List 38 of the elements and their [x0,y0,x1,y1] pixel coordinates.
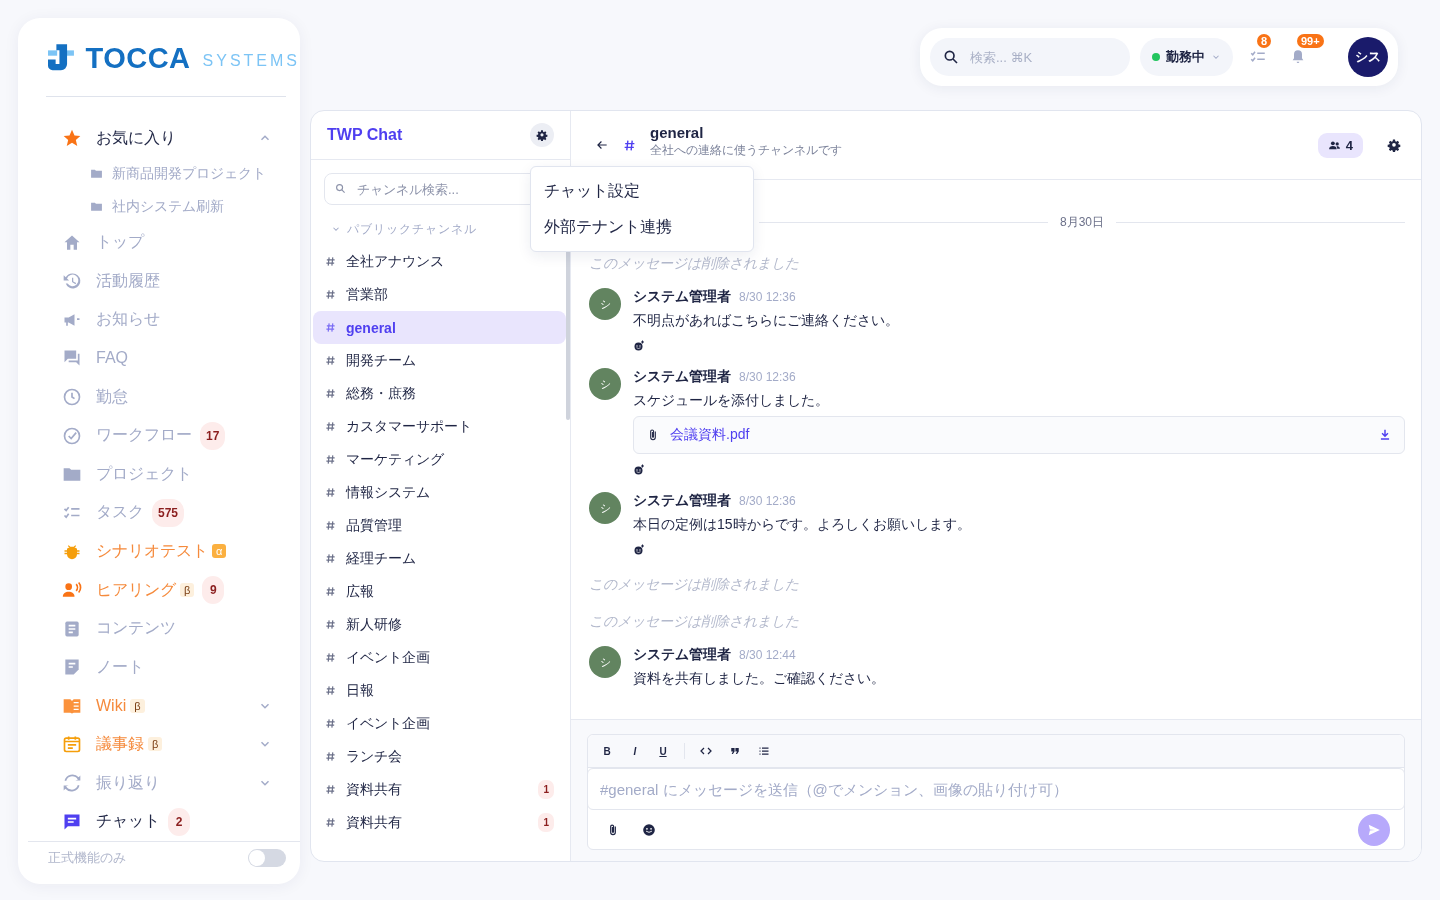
toggle-label: 正式機能のみ [48,848,126,867]
deleted-message: このメッセージは削除されました [589,253,800,273]
count-badge: 99+ [1297,34,1324,48]
tag-badge: β [130,698,145,713]
count-badge: 2 [168,807,190,836]
tag-badge: β [180,583,195,598]
date-divider: 8月30日 [1060,214,1104,231]
message-time: 8/30 12:36 [739,370,796,384]
unread-badge: 1 [538,813,554,832]
message-author: システム管理者 [633,368,731,386]
avatar: シ [589,288,621,320]
brand-name: TOCCA [85,41,191,75]
tag-badge: β [148,737,163,752]
deleted-message: このメッセージは削除されました [589,574,800,594]
tag-badge: α [212,544,227,559]
message-text: スケジュールを添付しました。 [633,392,830,410]
message-text: 本日の定例は15時からです。よろしくお願いします。 [633,516,972,534]
message-author: システム管理者 [633,646,731,664]
brand-suffix: SYSTEMS [202,52,300,70]
count-badge: 9 [202,576,225,605]
message-text: 資料を共有しました。ご確認ください。 [633,670,886,688]
count-badge: 8 [1257,34,1272,48]
message-time: 8/30 12:36 [739,494,796,508]
count-badge: 17 [200,421,226,450]
deleted-message: このメッセージは削除されました [589,611,800,631]
avatar: シ [589,492,621,524]
message-text: 不明点があればこちらにご連絡ください。 [633,312,900,330]
channel-description: 全社への連絡に使うチャンネルです [650,141,842,159]
message-time: 8/30 12:36 [739,290,796,304]
chat-title: TWP Chat [327,126,403,144]
unread-badge: 1 [538,780,554,799]
avatar: シ [589,368,621,400]
avatar: シ [589,646,621,678]
count-badge: 575 [152,498,185,527]
message-author: システム管理者 [633,288,731,306]
channel-name: general [650,123,705,141]
message-author: システム管理者 [633,492,731,510]
message-time: 8/30 12:44 [739,648,796,662]
